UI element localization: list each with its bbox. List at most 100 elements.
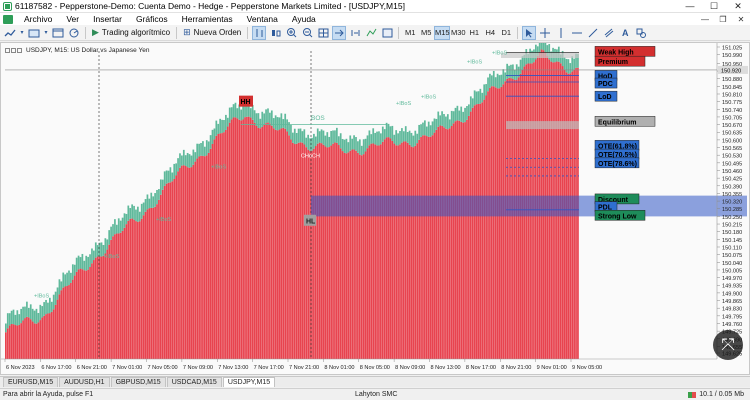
price-bar-upper xyxy=(10,310,13,325)
price-bar-upper xyxy=(138,211,141,222)
price-bar xyxy=(253,122,256,359)
price-tick-label: 150.005 xyxy=(722,268,742,274)
price-bar xyxy=(244,117,246,359)
menu-ver[interactable]: Ver xyxy=(59,14,86,24)
price-bar-upper xyxy=(226,117,229,127)
candles-icon[interactable] xyxy=(268,26,282,40)
vertical-line-icon[interactable] xyxy=(554,26,568,40)
shapes-icon[interactable] xyxy=(634,26,648,40)
connection-status[interactable]: 10.1 / 0.05 Mb xyxy=(688,391,750,398)
price-chart[interactable]: Weak HighPremiumHoDPDCLoDEquilibriumOTE(… xyxy=(1,43,749,374)
tab-audusd[interactable]: AUDUSD,H1 xyxy=(59,377,110,387)
minimize-button[interactable]: — xyxy=(678,0,702,13)
price-bar xyxy=(190,167,193,359)
price-bar-upper xyxy=(24,306,26,319)
algo-trading-button[interactable]: ▶ Trading algorítmico xyxy=(89,26,173,40)
price-bar xyxy=(125,224,128,359)
price-bar xyxy=(137,221,139,359)
price-bar xyxy=(202,155,204,359)
chart-window-icon[interactable] xyxy=(3,14,13,24)
chart-menu-icon[interactable] xyxy=(5,48,10,53)
menu-bar: Archivo Ver Insertar Gráficos Herramient… xyxy=(0,13,750,25)
chart-restore-button[interactable]: ❐ xyxy=(714,15,732,24)
horizontal-line-icon[interactable] xyxy=(570,26,584,40)
price-bar xyxy=(433,132,436,359)
timeframe-h1[interactable]: H1 xyxy=(466,26,482,40)
price-bar-upper xyxy=(81,253,84,270)
price-bar-upper xyxy=(165,170,168,184)
new-window-icon[interactable] xyxy=(51,26,65,40)
timeframe-h4[interactable]: H4 xyxy=(482,26,498,40)
price-bar xyxy=(104,253,107,359)
market-watch-icon[interactable] xyxy=(67,26,81,40)
price-bar-upper xyxy=(202,141,204,156)
price-bar xyxy=(6,328,9,359)
chart-window[interactable]: USDJPY, M15: US Dollar vs Japanese Yen W… xyxy=(0,42,750,375)
price-bar-upper xyxy=(456,105,459,121)
price-bar-upper xyxy=(508,65,510,78)
chart-close-button[interactable]: ✕ xyxy=(732,15,750,24)
price-bar xyxy=(226,126,229,359)
open-icon[interactable] xyxy=(27,26,41,40)
tab-usdjpy[interactable]: USDJPY,M15 xyxy=(222,377,276,387)
menu-archivo[interactable]: Archivo xyxy=(17,14,59,24)
price-bar-upper xyxy=(387,123,390,138)
text-icon[interactable]: A xyxy=(618,26,632,40)
templates-icon[interactable] xyxy=(380,26,394,40)
indicators-icon[interactable] xyxy=(364,26,378,40)
price-bar-upper xyxy=(431,121,434,136)
zoom-out-icon[interactable] xyxy=(300,26,314,40)
price-bar xyxy=(152,207,155,359)
new-order-button[interactable]: ⊞ Nueva Orden xyxy=(180,26,244,40)
price-bar xyxy=(328,147,331,359)
chart-menu-icon[interactable] xyxy=(17,48,22,53)
menu-herramientas[interactable]: Herramientas xyxy=(175,14,240,24)
chevron-down-icon[interactable]: ▾ xyxy=(43,26,49,40)
price-bar xyxy=(336,142,338,359)
price-bar xyxy=(303,144,306,359)
price-bar xyxy=(410,146,413,359)
channel-icon[interactable] xyxy=(602,26,616,40)
zoom-in-icon[interactable] xyxy=(284,26,298,40)
timeframe-m1[interactable]: M1 xyxy=(402,26,418,40)
timeframe-m15[interactable]: M15 xyxy=(434,25,451,40)
price-bar xyxy=(437,126,440,360)
price-bar xyxy=(272,128,275,359)
price-bar xyxy=(364,151,367,359)
chart-shift-icon[interactable] xyxy=(348,26,362,40)
tab-eurusd[interactable]: EURUSD,M15 xyxy=(3,377,59,387)
menu-ayuda[interactable]: Ayuda xyxy=(285,14,323,24)
chart-minimize-button[interactable]: — xyxy=(696,15,714,24)
price-tick-label: 150.565 xyxy=(722,146,742,152)
grid-icon[interactable] xyxy=(316,26,330,40)
tab-usdcad[interactable]: USDCAD,M15 xyxy=(166,377,222,387)
price-bar xyxy=(123,227,126,359)
timeframe-m5[interactable]: M5 xyxy=(418,26,434,40)
price-bar-upper xyxy=(27,307,30,318)
trendline-icon[interactable] xyxy=(586,26,600,40)
menu-graficos[interactable]: Gráficos xyxy=(129,14,175,24)
tab-gbpusd[interactable]: GBPUSD,M15 xyxy=(110,377,166,387)
price-bar xyxy=(100,256,103,359)
timeframe-d1[interactable]: D1 xyxy=(498,26,514,40)
price-bar-upper xyxy=(190,155,193,168)
cursor-icon[interactable] xyxy=(522,25,537,40)
menu-insertar[interactable]: Insertar xyxy=(86,14,129,24)
price-bar-upper xyxy=(408,130,411,145)
crosshair-icon[interactable] xyxy=(538,26,552,40)
price-bar xyxy=(435,129,438,359)
price-bar xyxy=(47,313,49,359)
price-bar xyxy=(481,102,484,359)
autoscroll-icon[interactable] xyxy=(332,25,347,40)
bar-chart-icon[interactable] xyxy=(252,25,267,40)
new-chart-icon[interactable] xyxy=(3,26,17,40)
timeframe-m30[interactable]: M30 xyxy=(450,26,466,40)
menu-ventana[interactable]: Ventana xyxy=(240,14,285,24)
price-bar-upper xyxy=(31,308,34,322)
chevron-down-icon[interactable]: ▾ xyxy=(19,26,25,40)
maximize-button[interactable]: ☐ xyxy=(702,0,726,13)
price-tick-label: 150.180 xyxy=(722,230,742,236)
close-button[interactable]: ✕ xyxy=(726,0,750,13)
zoom-move-icon[interactable]: ⤧ xyxy=(713,330,743,360)
chart-menu-icon[interactable] xyxy=(11,48,16,53)
